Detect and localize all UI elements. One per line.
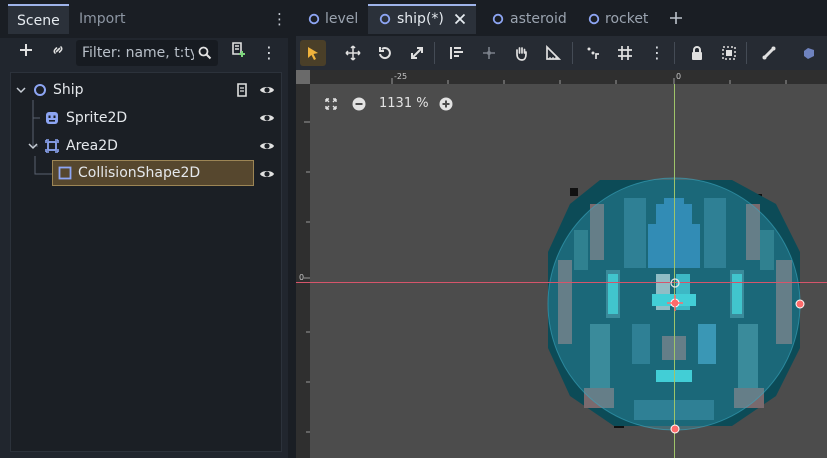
radius-handle-bottom[interactable] [670, 424, 680, 434]
select-mode-button[interactable] [300, 40, 326, 66]
area2d-icon [45, 139, 59, 153]
node2d-icon [379, 13, 391, 25]
tree-item-label: Ship [53, 82, 84, 98]
snap-options-icon[interactable]: ⋮ [644, 40, 670, 66]
bone-icon [762, 46, 776, 60]
tree-item-label: Area2D [66, 138, 118, 154]
visibility-eye-icon[interactable] [259, 110, 275, 126]
shape-handles [667, 278, 805, 434]
scene-tab-level[interactable]: level [306, 4, 366, 34]
particles-button[interactable] [796, 40, 822, 66]
rotate-mode-button[interactable] [372, 40, 398, 66]
tree-item-sprite2d[interactable]: Sprite2D [44, 107, 286, 129]
tab-label: ship(*) [397, 11, 444, 27]
canvas-viewport[interactable]: -25 0 0 1131 % [296, 70, 827, 458]
tree-item-area2d[interactable]: Area2D [28, 135, 286, 157]
toolbar-separator [434, 42, 435, 64]
ruler-icon [546, 44, 562, 60]
tab-label: rocket [605, 11, 649, 27]
chevron-down-icon[interactable] [16, 85, 26, 95]
node2d-icon [588, 13, 600, 25]
visibility-eye-icon[interactable] [259, 138, 275, 154]
scene-tabbar: level ship(*) asteroid rocket [296, 0, 827, 36]
pivot-origin-marker[interactable] [670, 278, 680, 288]
move-icon [345, 45, 361, 61]
toolbar-separator [572, 42, 573, 64]
sprite2d-icon [46, 112, 58, 124]
tab-label: asteroid [510, 11, 567, 27]
lock-button[interactable] [684, 40, 710, 66]
smart-snap-button[interactable] [580, 40, 606, 66]
scale-icon [411, 47, 423, 59]
ruler-mode-button[interactable] [540, 40, 566, 66]
chevron-down-icon[interactable] [28, 141, 38, 151]
rotate-icon [379, 47, 391, 60]
group-icon [722, 46, 736, 60]
grid-icon [618, 46, 632, 60]
group-button[interactable] [716, 40, 742, 66]
tab-label: level [325, 11, 359, 27]
lock-icon [692, 46, 702, 60]
grid-snap-button[interactable] [612, 40, 638, 66]
tree-item-collisionshape2d[interactable]: CollisionShape2D [52, 160, 254, 186]
cpu-particles-icon [804, 48, 814, 59]
hand-icon [516, 47, 527, 61]
pivot-mode-button[interactable] [476, 40, 502, 66]
visibility-eye-icon[interactable] [259, 82, 275, 98]
skeleton-button[interactable] [756, 40, 782, 66]
scene-tab-asteroid[interactable]: asteroid [490, 4, 570, 34]
pan-mode-button[interactable] [508, 40, 534, 66]
move-mode-button[interactable] [340, 40, 366, 66]
pivot-icon [483, 47, 495, 59]
visibility-eye-icon[interactable] [259, 166, 275, 182]
node2d-icon [34, 84, 46, 96]
scene-tab-ship[interactable]: ship(*) [368, 4, 476, 34]
scale-mode-button[interactable] [404, 40, 430, 66]
tree-item-label: CollisionShape2D [78, 165, 201, 181]
pointer-icon [308, 47, 318, 60]
snap-icon [587, 47, 599, 59]
scene-tab-rocket[interactable]: rocket [586, 4, 658, 34]
node2d-icon [308, 13, 320, 25]
add-tab-icon[interactable] [669, 11, 683, 25]
list-select-icon [450, 47, 463, 59]
tree-item-ship[interactable]: Ship [16, 79, 286, 101]
radius-handle-right[interactable] [795, 299, 805, 309]
script-icon[interactable] [235, 82, 249, 98]
node2d-icon [492, 13, 504, 25]
tree-item-label: Sprite2D [66, 110, 128, 126]
toolbar-separator [746, 42, 747, 64]
toolbar-separator [674, 42, 675, 64]
dock-split-handle[interactable] [288, 0, 296, 458]
close-icon[interactable] [454, 13, 466, 25]
list-select-button[interactable] [444, 40, 470, 66]
collisionshape2d-icon [58, 166, 72, 180]
